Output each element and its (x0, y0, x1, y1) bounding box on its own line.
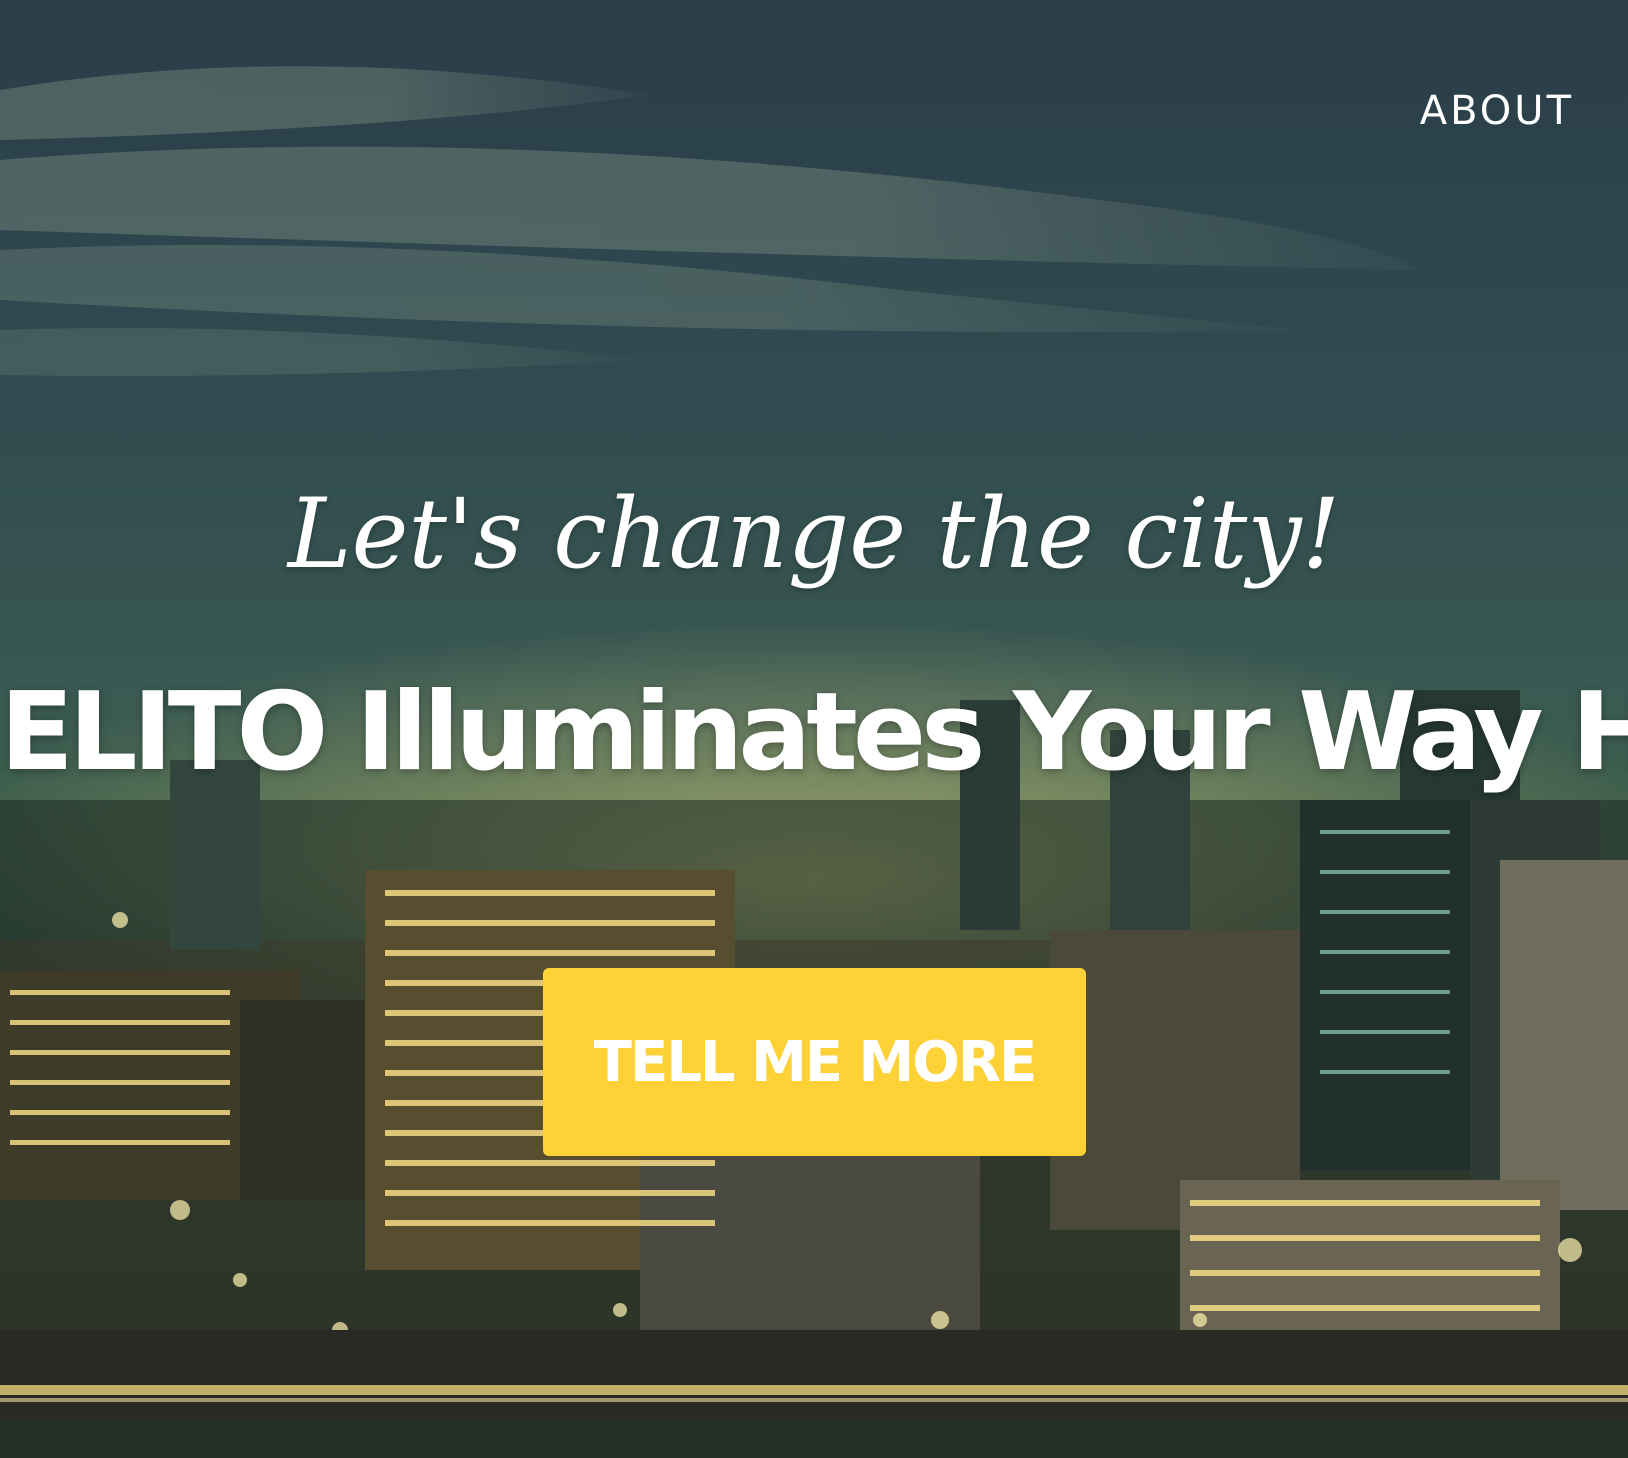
hero-tagline: Let's change the city! (287, 478, 1341, 590)
hero-section: ABOUT Let's change the city! ELITO Illum… (0, 0, 1628, 1458)
hero-headline: ELITO Illuminates Your Way Home (0, 670, 1628, 795)
nav-link-about[interactable]: ABOUT (1420, 88, 1574, 134)
tell-me-more-button[interactable]: TELL ME MORE (543, 968, 1086, 1156)
